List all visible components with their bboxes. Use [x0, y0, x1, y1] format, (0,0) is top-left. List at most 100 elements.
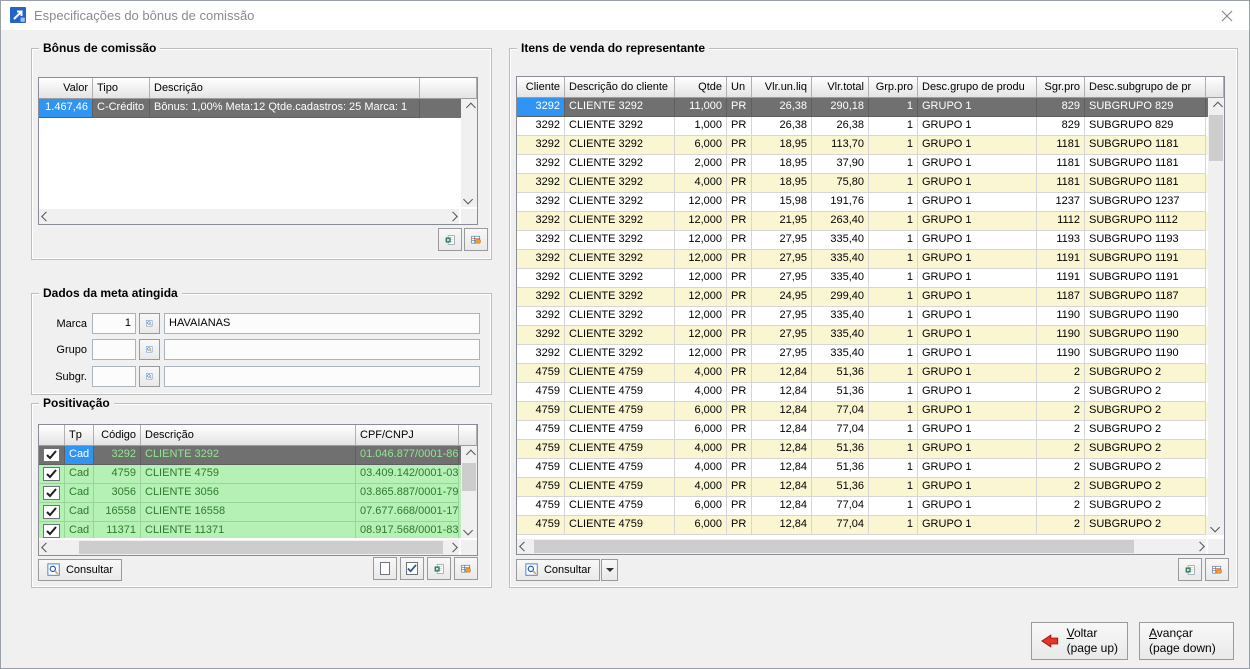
scroll-down-arrow[interactable]: [461, 522, 477, 538]
itens-consultar-button[interactable]: Consultar: [516, 559, 600, 581]
itens-header-cell[interactable]: Sgr.pro: [1037, 77, 1085, 98]
scroll-up-arrow[interactable]: [461, 99, 477, 115]
voltar-button[interactable]: Voltar (page up): [1031, 622, 1128, 660]
scroll-up-arrow[interactable]: [1208, 98, 1224, 114]
itens-header-cell[interactable]: Vlr.total: [812, 77, 869, 98]
itens-row[interactable]: 4759CLIENTE 47596,000PR12,8477,041GRUPO …: [517, 402, 1224, 421]
check-all-button[interactable]: [400, 557, 424, 580]
bonus-header-cell[interactable]: Valor: [39, 78, 93, 99]
row-checkbox[interactable]: [43, 524, 60, 538]
itens-row[interactable]: 4759CLIENTE 47596,000PR12,8477,041GRUPO …: [517, 421, 1224, 440]
subgrupo-code-field[interactable]: [92, 366, 136, 387]
scrollbar-thumb[interactable]: [79, 541, 443, 554]
itens-row[interactable]: 3292CLIENTE 32921,000PR26,3826,381GRUPO …: [517, 117, 1224, 136]
row-checkbox[interactable]: [43, 467, 60, 481]
uncheck-all-button[interactable]: [373, 557, 397, 580]
marca-description-field[interactable]: HAVAIANAS: [164, 313, 480, 334]
itens-header-cell[interactable]: Descrição do cliente: [565, 77, 675, 98]
scroll-left-arrow[interactable]: [39, 209, 55, 224]
positivacao-header-cell[interactable]: Tp: [65, 425, 94, 446]
bonus-export-report-button[interactable]: [464, 228, 488, 251]
itens-header-cell[interactable]: Vlr.un.liq: [752, 77, 812, 98]
close-button[interactable]: [1205, 1, 1249, 30]
itens-row[interactable]: 3292CLIENTE 329212,000PR27,95335,401GRUP…: [517, 269, 1224, 288]
itens-row[interactable]: 3292CLIENTE 329211,000PR26,38290,181GRUP…: [517, 98, 1224, 117]
bonus-header-cell[interactable]: Tipo: [93, 78, 150, 99]
scroll-left-arrow[interactable]: [517, 539, 533, 554]
itens-cell: 12,000: [675, 250, 727, 269]
positivacao-header-cell[interactable]: CPF/CNPJ: [356, 425, 459, 446]
grupo-lookup-button[interactable]: [139, 339, 160, 360]
itens-row[interactable]: 4759CLIENTE 47594,000PR12,8451,361GRUPO …: [517, 440, 1224, 459]
marca-code-field[interactable]: 1: [92, 313, 136, 334]
scroll-left-arrow[interactable]: [39, 540, 55, 555]
bonus-header-cell[interactable]: Descrição: [150, 78, 420, 99]
itens-export-excel-button[interactable]: [1178, 558, 1202, 581]
scroll-down-arrow[interactable]: [461, 191, 477, 207]
itens-row[interactable]: 3292CLIENTE 329212,000PR27,95335,401GRUP…: [517, 326, 1224, 345]
itens-row[interactable]: 3292CLIENTE 32924,000PR18,9575,801GRUPO …: [517, 174, 1224, 193]
positivacao-vertical-scrollbar[interactable]: [461, 446, 477, 538]
scroll-down-arrow[interactable]: [1208, 519, 1224, 535]
positivacao-row[interactable]: Cad16558CLIENTE 1655807.677.668/0001-17: [39, 503, 477, 522]
scrollbar-thumb[interactable]: [462, 463, 476, 491]
scrollbar-thumb[interactable]: [1209, 115, 1223, 161]
scrollbar-thumb[interactable]: [534, 540, 1134, 553]
itens-cell: 51,36: [812, 459, 869, 478]
scroll-up-arrow[interactable]: [461, 446, 477, 462]
grupo-description-field[interactable]: [164, 339, 480, 360]
itens-row[interactable]: 4759CLIENTE 47594,000PR12,8451,361GRUPO …: [517, 383, 1224, 402]
positivacao-header-cell[interactable]: Código: [94, 425, 141, 446]
positivacao-consultar-button[interactable]: Consultar: [38, 559, 122, 581]
itens-row[interactable]: 3292CLIENTE 329212,000PR21,95263,401GRUP…: [517, 212, 1224, 231]
positivacao-header-cell[interactable]: Descrição: [141, 425, 356, 446]
positivacao-horizontal-scrollbar[interactable]: [39, 540, 459, 555]
grupo-code-field[interactable]: [92, 339, 136, 360]
itens-row[interactable]: 4759CLIENTE 47596,000PR12,8477,041GRUPO …: [517, 516, 1224, 535]
subgrupo-description-field[interactable]: [164, 366, 480, 387]
itens-row[interactable]: 3292CLIENTE 329212,000PR27,95335,401GRUP…: [517, 250, 1224, 269]
positivacao-row[interactable]: Cad4759CLIENTE 475903.409.142/0001-03: [39, 465, 477, 484]
positivacao-export-excel-button[interactable]: [427, 557, 451, 580]
itens-header-cell[interactable]: Desc.subgrupo de pr: [1085, 77, 1206, 98]
itens-row[interactable]: 4759CLIENTE 47594,000PR12,8451,361GRUPO …: [517, 364, 1224, 383]
itens-row[interactable]: 4759CLIENTE 47596,000PR12,8477,041GRUPO …: [517, 497, 1224, 516]
itens-header-cell[interactable]: Qtde: [675, 77, 727, 98]
itens-row[interactable]: 3292CLIENTE 329212,000PR27,95335,401GRUP…: [517, 231, 1224, 250]
positivacao-row[interactable]: Cad3056CLIENTE 305603.865.887/0001-79: [39, 484, 477, 503]
subgrupo-lookup-button[interactable]: [139, 366, 160, 387]
itens-row[interactable]: 3292CLIENTE 32926,000PR18,95113,701GRUPO…: [517, 136, 1224, 155]
itens-row[interactable]: 4759CLIENTE 47594,000PR12,8451,361GRUPO …: [517, 459, 1224, 478]
bonus-horizontal-scrollbar[interactable]: [39, 209, 459, 224]
itens-consultar-dropdown-button[interactable]: [601, 559, 618, 581]
avancar-button[interactable]: Avançar (page down): [1139, 622, 1234, 660]
row-checkbox[interactable]: [43, 486, 60, 500]
itens-row[interactable]: 3292CLIENTE 329212,000PR15,98191,761GRUP…: [517, 193, 1224, 212]
itens-vertical-scrollbar[interactable]: [1208, 98, 1224, 535]
positivacao-row[interactable]: Cad3292CLIENTE 329201.046.877/0001-86: [39, 446, 477, 465]
itens-cell: 12,84: [752, 421, 812, 440]
itens-row[interactable]: 3292CLIENTE 32922,000PR18,9537,901GRUPO …: [517, 155, 1224, 174]
row-checkbox[interactable]: [43, 505, 60, 519]
itens-header-cell[interactable]: Un: [727, 77, 752, 98]
bonus-vertical-scrollbar[interactable]: [461, 99, 477, 207]
itens-export-report-button[interactable]: [1205, 558, 1229, 581]
positivacao-export-report-button[interactable]: [454, 557, 478, 580]
row-checkbox[interactable]: [43, 448, 60, 462]
scroll-right-arrow[interactable]: [1190, 539, 1206, 554]
bonus-export-excel-button[interactable]: [438, 228, 462, 251]
marca-lookup-button[interactable]: [139, 313, 160, 334]
itens-row[interactable]: 3292CLIENTE 329212,000PR27,95335,401GRUP…: [517, 307, 1224, 326]
itens-row[interactable]: 4759CLIENTE 47594,000PR12,8451,361GRUPO …: [517, 478, 1224, 497]
itens-row[interactable]: 3292CLIENTE 329212,000PR24,95299,401GRUP…: [517, 288, 1224, 307]
itens-header-cell[interactable]: Desc.grupo de produ: [918, 77, 1037, 98]
itens-horizontal-scrollbar[interactable]: [517, 539, 1206, 554]
scroll-right-arrow[interactable]: [443, 209, 459, 224]
scroll-right-arrow[interactable]: [443, 540, 459, 555]
positivacao-header-cell[interactable]: [39, 425, 65, 446]
itens-header-cell[interactable]: Cliente: [517, 77, 565, 98]
bonus-row[interactable]: 1.467,46C-CréditoBônus: 1,00% Meta:12 Qt…: [39, 99, 477, 118]
itens-header-cell[interactable]: Grp.pro: [869, 77, 918, 98]
positivacao-row[interactable]: Cad11371CLIENTE 1137108.917.568/0001-83: [39, 522, 477, 538]
itens-row[interactable]: 3292CLIENTE 329212,000PR27,95335,401GRUP…: [517, 345, 1224, 364]
